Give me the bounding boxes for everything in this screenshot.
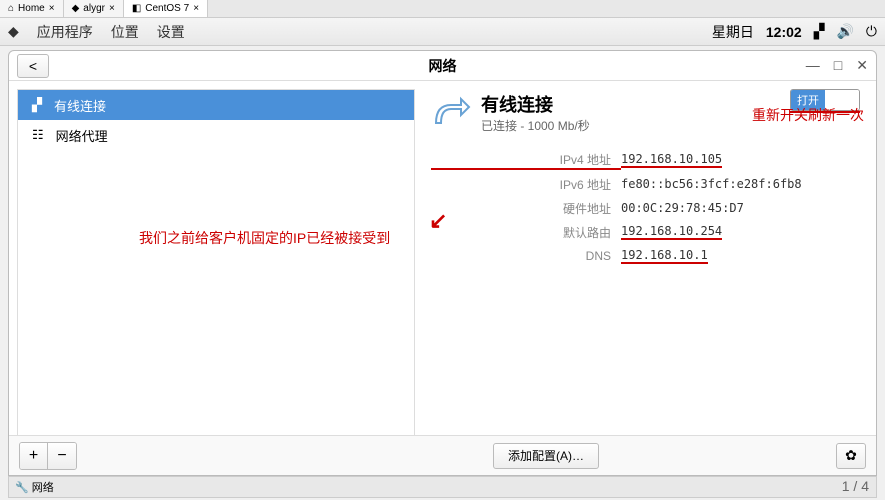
- bottom-toolbar: + − 添加配置(A)… ✿: [9, 435, 876, 475]
- tab-alygr[interactable]: ◆ alygr ×: [64, 0, 124, 17]
- power-icon[interactable]: ⏻: [866, 23, 877, 40]
- connection-status: 已连接 - 1000 Mb/秒: [481, 117, 590, 134]
- sidebar-item-proxy[interactable]: ☷ 网络代理: [18, 120, 414, 150]
- value-ipv6: fe80::bc56:3fcf:e28f:6fb8: [621, 177, 802, 191]
- maximize-button[interactable]: □: [834, 57, 842, 74]
- minimize-button[interactable]: —: [806, 57, 820, 74]
- clock-day: 星期日: [712, 22, 754, 42]
- label-ipv6: IPv6 地址: [431, 176, 621, 193]
- gnome-topbar: ◆ 应用程序 位置 设置 星期日 12:02 ▞ 🔊 ⏻: [0, 18, 885, 46]
- tab-centos[interactable]: ◧ CentOS 7 ×: [124, 0, 208, 17]
- label-gateway: 默认路由: [431, 224, 621, 241]
- page-indicator: 1 / 4: [842, 478, 869, 494]
- status-bar: 🔧 网络: [8, 476, 877, 498]
- connection-sidebar: ▞ 有线连接 ☷ 网络代理: [17, 89, 415, 437]
- add-connection-button[interactable]: +: [20, 443, 48, 469]
- value-gateway: 192.168.10.254: [621, 224, 722, 240]
- sidebar-item-label: 网络代理: [56, 126, 108, 145]
- ethernet-icon: [431, 93, 471, 133]
- menu-settings[interactable]: 设置: [157, 22, 185, 42]
- remove-connection-button[interactable]: −: [48, 443, 76, 469]
- clock-time: 12:02: [766, 24, 802, 40]
- network-settings-window: < 网络 — □ ✕ 重新开关刷新一次 ▞ 有线连接 ☷ 网络代理: [8, 50, 877, 476]
- menu-apps[interactable]: 应用程序: [37, 22, 93, 42]
- wired-icon: ▞: [32, 97, 42, 113]
- network-tray-icon[interactable]: ▞: [814, 23, 825, 40]
- close-button[interactable]: ✕: [856, 57, 868, 74]
- proxy-icon: ☷: [32, 127, 44, 143]
- annotation-ip-accepted: 我们之前给客户机固定的IP已经被接受到: [139, 228, 390, 248]
- wrench-icon: 🔧: [15, 481, 29, 494]
- connection-detail: 有线连接 已连接 - 1000 Mb/秒 打开 IPv4 地址 192.168.…: [415, 81, 876, 437]
- sidebar-item-wired[interactable]: ▞ 有线连接: [18, 90, 414, 120]
- annotation-refresh: 重新开关刷新一次: [752, 105, 864, 125]
- add-config-button[interactable]: 添加配置(A)…: [493, 443, 599, 469]
- settings-gear-button[interactable]: ✿: [836, 443, 866, 469]
- value-mac: 00:0C:29:78:45:D7: [621, 201, 744, 215]
- status-label: 网络: [32, 479, 54, 495]
- sidebar-item-label: 有线连接: [54, 96, 106, 115]
- label-dns: DNS: [431, 249, 621, 263]
- value-ipv4: 192.168.10.105: [621, 152, 722, 168]
- menu-location[interactable]: 位置: [111, 22, 139, 42]
- connection-title: 有线连接: [481, 91, 590, 117]
- browser-tabs: ⌂ Home × ◆ alygr × ◧ CentOS 7 ×: [0, 0, 885, 18]
- annotation-arrow-icon: ↙: [429, 208, 447, 234]
- value-dns: 192.168.10.1: [621, 248, 708, 264]
- label-mac: 硬件地址: [431, 200, 621, 217]
- label-ipv4: IPv4 地址: [431, 151, 621, 170]
- volume-icon[interactable]: 🔊: [836, 23, 853, 40]
- back-button[interactable]: <: [17, 54, 49, 78]
- titlebar: < 网络 — □ ✕: [9, 51, 876, 81]
- tab-home[interactable]: ⌂ Home ×: [0, 0, 64, 17]
- apps-icon: ◆: [8, 23, 19, 40]
- window-title: 网络: [429, 56, 457, 76]
